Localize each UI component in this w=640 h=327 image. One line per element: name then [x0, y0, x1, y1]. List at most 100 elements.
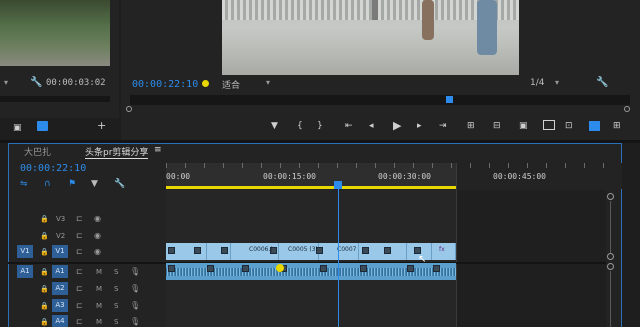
button-editor-icon[interactable]: ⊞ — [613, 120, 621, 132]
extract-icon[interactable]: ⊟ — [493, 120, 501, 132]
clip-thumbnail — [320, 265, 327, 272]
track-name-a4[interactable]: A4 — [52, 315, 68, 327]
lock-icon[interactable]: 🔒 — [40, 300, 49, 312]
mute-button[interactable]: M — [96, 285, 102, 293]
camera-icon[interactable]: ▣ — [13, 122, 22, 134]
source-patch-v1[interactable]: V1 — [17, 245, 33, 258]
sync-lock-icon[interactable]: ⊏ — [76, 246, 83, 258]
source-scrub-bar[interactable] — [0, 96, 110, 102]
sync-lock-icon[interactable]: ⊏ — [76, 230, 83, 242]
step-back-icon[interactable]: ◂ — [369, 120, 374, 132]
timeline-timecode[interactable]: 00:00:22:10 — [20, 163, 86, 174]
eye-icon[interactable]: ◉ — [94, 246, 101, 258]
wrench-icon[interactable]: 🔧 — [596, 77, 608, 89]
lift-icon[interactable]: ⊞ — [467, 120, 475, 132]
tab-dabazha[interactable]: 大巴扎 — [24, 145, 51, 158]
timeline-tabs: 大巴扎 头条pr剪辑分享 ≡ — [8, 143, 208, 159]
panel-menu-icon[interactable]: ≡ — [154, 145, 162, 155]
lock-icon[interactable]: 🔒 — [40, 246, 49, 258]
lock-icon[interactable]: 🔒 — [40, 316, 49, 327]
linked-selection-icon[interactable]: ⚑ — [68, 178, 76, 190]
lock-icon[interactable]: 🔒 — [40, 213, 49, 225]
wrench-icon[interactable]: 🔧 — [114, 178, 125, 190]
chevron-down-icon[interactable]: ▾ — [4, 77, 8, 89]
solo-button[interactable]: S — [114, 302, 118, 310]
scrollbar-mid-handle[interactable] — [607, 253, 614, 260]
add-icon[interactable]: + — [97, 120, 106, 132]
go-to-out-icon[interactable]: ⇥ — [439, 120, 447, 132]
step-forward-icon[interactable]: ▸ — [417, 120, 422, 132]
eye-icon[interactable]: ◉ — [94, 230, 101, 242]
add-marker-icon[interactable]: ▼ — [271, 120, 278, 132]
microphone-icon[interactable]: 🎙 — [130, 266, 140, 278]
scrollbar-track — [610, 201, 611, 253]
solo-button[interactable]: S — [114, 268, 118, 276]
play-icon[interactable]: ▶ — [393, 120, 401, 132]
sync-lock-icon[interactable]: ⊏ — [76, 283, 83, 295]
camera-icon[interactable]: ▣ — [519, 120, 528, 132]
playhead-line[interactable] — [338, 185, 339, 327]
time-ruler[interactable]: 00:00 00:00:15:00 00:00:30:00 00:00:45:0… — [166, 163, 622, 189]
mute-button[interactable]: M — [96, 302, 102, 310]
microphone-icon[interactable]: 🎙 — [130, 316, 140, 327]
sync-lock-icon[interactable]: ⊏ — [76, 300, 83, 312]
resolution-dropdown[interactable]: 1/4 ▾ — [530, 78, 565, 90]
export-frame-icon[interactable] — [589, 121, 600, 131]
cursor-marker-icon — [276, 264, 284, 272]
marker-dot-icon[interactable] — [202, 80, 209, 87]
playhead-marker[interactable] — [446, 96, 453, 103]
clip-thumbnail — [407, 265, 414, 272]
program-timecode[interactable]: 00:00:22:10 — [132, 79, 198, 90]
tab-sequence[interactable]: 头条pr剪辑分享 — [85, 145, 149, 159]
track-name-a1[interactable]: A1 — [52, 265, 68, 278]
lock-icon[interactable]: 🔒 — [40, 283, 49, 295]
mute-button[interactable]: M — [96, 318, 102, 326]
track-header-a2: 🔒 A2 ⊏ M S 🎙 — [8, 280, 165, 297]
transport-controls: ▼ { } ⇤ ◂ ▶ ▸ ⇥ ⊞ ⊟ ▣ ⊡ ⊞ — [271, 120, 640, 134]
lock-icon[interactable]: 🔒 — [40, 266, 49, 278]
sync-lock-icon[interactable]: ⊏ — [76, 213, 83, 225]
export-frame-icon[interactable] — [37, 121, 48, 131]
in-point-handle[interactable] — [126, 106, 132, 112]
solo-button[interactable]: S — [114, 318, 118, 326]
nest-toggle-icon[interactable]: ⇋ — [20, 178, 28, 190]
solo-button[interactable]: S — [114, 285, 118, 293]
proxy-toggle-icon[interactable]: ⊡ — [565, 120, 573, 132]
eye-icon[interactable]: ◉ — [94, 213, 101, 225]
fit-dropdown[interactable]: 适合 ▾ — [222, 78, 277, 91]
add-marker-icon[interactable]: ▼ — [91, 178, 98, 190]
track-name-v2[interactable]: V2 — [56, 232, 65, 240]
lock-icon[interactable]: 🔒 — [40, 230, 49, 242]
fit-dropdown-label: 适合 — [222, 81, 241, 91]
track-name-a3[interactable]: A3 — [52, 299, 68, 312]
sync-lock-icon[interactable]: ⊏ — [76, 316, 83, 327]
mark-in-icon[interactable]: { — [297, 120, 303, 132]
person-figure — [477, 0, 497, 55]
microphone-icon[interactable]: 🎙 — [130, 300, 140, 312]
comparison-view-icon[interactable] — [543, 120, 555, 130]
snap-icon[interactable]: ∩ — [44, 178, 51, 190]
work-area-bar[interactable] — [166, 186, 456, 189]
scrollbar-bottom-handle[interactable] — [607, 263, 614, 270]
wrench-icon[interactable]: 🔧 — [30, 77, 42, 89]
sync-lock-icon[interactable]: ⊏ — [76, 266, 83, 278]
ruler-label: 00:00:15:00 — [263, 172, 316, 181]
source-timecode[interactable]: 00:00:03:02 — [46, 78, 106, 88]
microphone-icon[interactable]: 🎙 — [130, 283, 140, 295]
mark-out-icon[interactable]: } — [317, 120, 323, 132]
go-to-in-icon[interactable]: ⇤ — [345, 120, 353, 132]
clip-thumbnail — [433, 265, 440, 272]
out-point-handle[interactable] — [624, 106, 630, 112]
track-header-a4: 🔒 A4 ⊏ M S 🎙 — [8, 313, 165, 327]
track-name-v1[interactable]: V1 — [52, 245, 68, 258]
ruler-ticks — [166, 163, 622, 168]
sequence-end-line — [456, 163, 457, 327]
scrollbar-top-handle[interactable] — [607, 193, 614, 200]
track-name-a2[interactable]: A2 — [52, 282, 68, 295]
vertical-scrollbar[interactable] — [607, 193, 614, 327]
track-name-v3[interactable]: V3 — [56, 215, 65, 223]
track-header-a1: A1 🔒 A1 ⊏ M S 🎙 — [8, 263, 165, 280]
source-patch-a1[interactable]: A1 — [17, 265, 33, 278]
mute-button[interactable]: M — [96, 268, 102, 276]
program-scrub-bar[interactable] — [126, 95, 630, 112]
